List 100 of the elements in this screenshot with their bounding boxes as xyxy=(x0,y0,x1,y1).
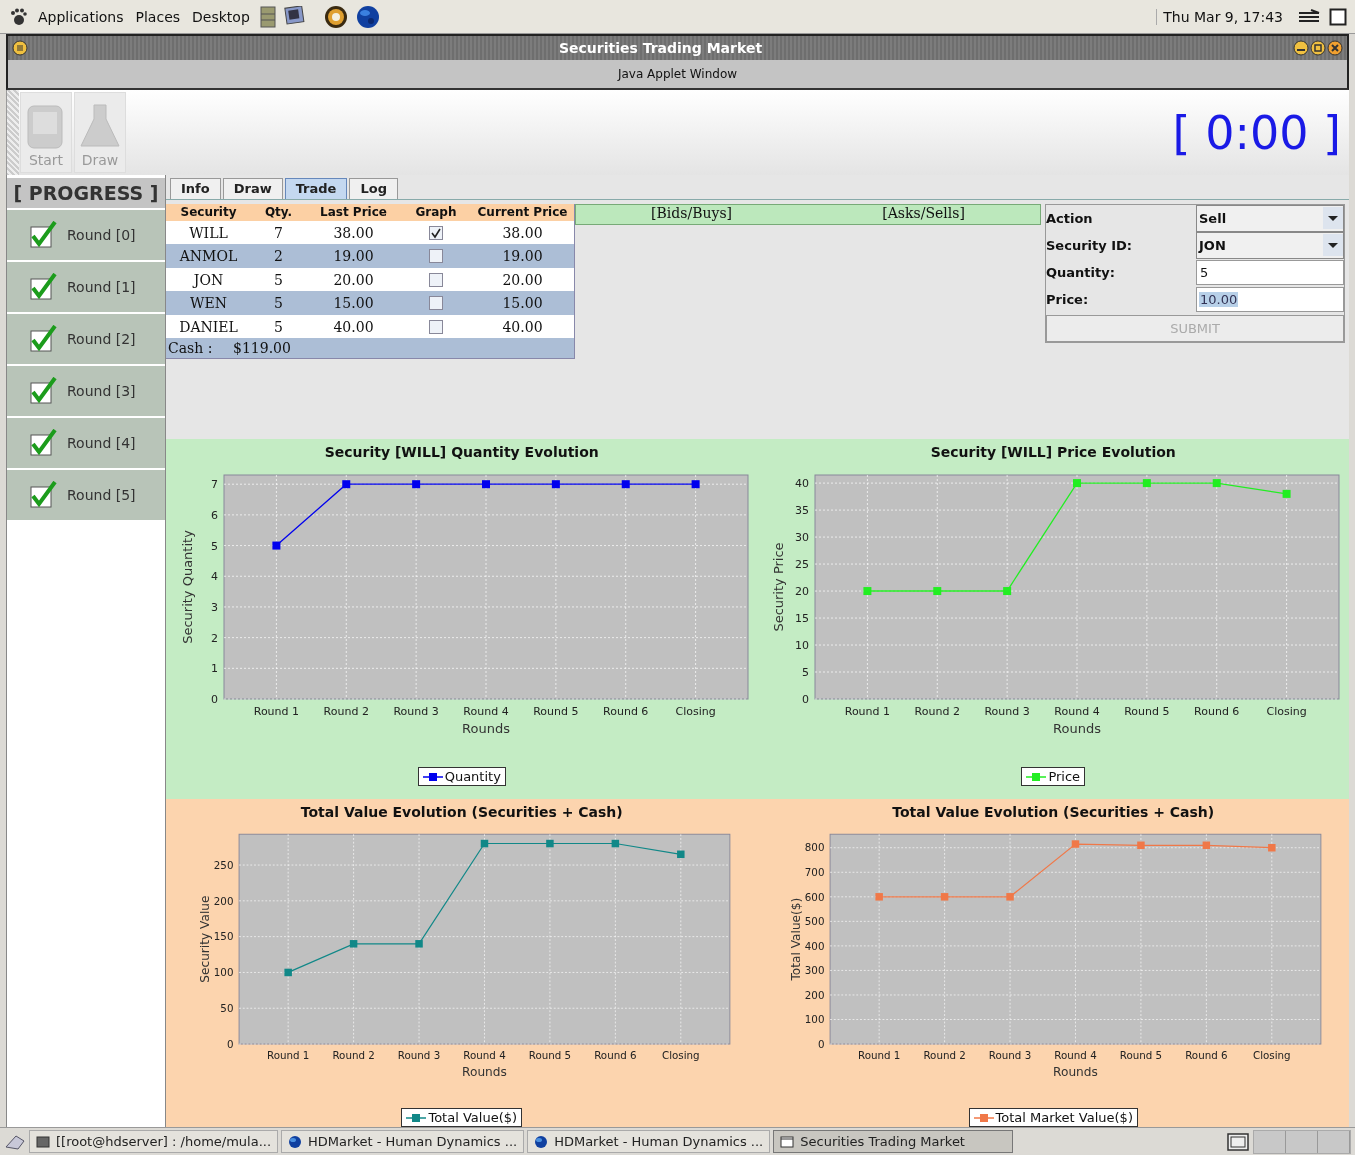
taskbar-item[interactable]: HDMarket - Human Dynamics ... xyxy=(281,1130,525,1153)
y-tick-label: 3 xyxy=(210,600,218,614)
y-axis-label: Security Price xyxy=(771,542,787,632)
workspace-icon[interactable] xyxy=(1226,1131,1250,1152)
x-tick-label: Round 4 xyxy=(463,705,509,718)
round-item[interactable]: Round [4] xyxy=(7,418,165,468)
legend-marker-icon xyxy=(1026,771,1047,782)
checkbox[interactable] xyxy=(429,225,443,240)
y-axis-label: Security Quantity xyxy=(179,530,195,644)
checkbox[interactable] xyxy=(429,272,443,287)
emblem-icon[interactable] xyxy=(323,4,348,29)
table-cell-text: 19.00 xyxy=(501,248,544,265)
caret-icon xyxy=(1323,234,1343,257)
table-cell-text: 40.00 xyxy=(332,318,375,335)
x-tick-label: Closing xyxy=(661,1049,700,1062)
data-point xyxy=(545,839,554,848)
y-tick-label: 300 xyxy=(805,964,825,977)
table-cell-text: 5 xyxy=(273,295,284,312)
taskbar-item[interactable]: HDMarket - Human Dynamics ... xyxy=(527,1130,771,1153)
checkbox[interactable] xyxy=(429,296,443,311)
data-point xyxy=(415,940,423,948)
tab[interactable]: Draw xyxy=(222,177,283,199)
data-point xyxy=(480,839,488,848)
x-tick-label: Round 6 xyxy=(602,705,649,718)
data-point xyxy=(1268,844,1276,852)
legend-marker-icon xyxy=(973,1112,994,1123)
y-axis-label: Total Value($) xyxy=(789,897,804,981)
checkbox[interactable] xyxy=(29,481,57,509)
x-tick-label: Round 1 xyxy=(253,705,299,718)
field-label: Quantity: xyxy=(1046,264,1116,280)
round-item[interactable]: Round [5] xyxy=(7,470,165,520)
chart-title: Security [WILL] Price Evolution xyxy=(930,443,1176,462)
minimize-icon[interactable] xyxy=(1293,40,1309,56)
window-icon[interactable] xyxy=(1329,7,1347,26)
y-tick-label: 0 xyxy=(210,693,218,706)
round-item[interactable]: Round [0] xyxy=(7,210,165,260)
checkbox[interactable] xyxy=(29,273,57,301)
input-field[interactable]: 10.00 xyxy=(1196,286,1344,312)
tab[interactable]: Trade xyxy=(284,177,348,199)
file-cabinet-icon[interactable] xyxy=(259,5,276,28)
dropdown[interactable]: JON xyxy=(1196,231,1344,259)
taskbar-item[interactable]: Securities Trading Market xyxy=(773,1130,1014,1153)
legend-marker-icon xyxy=(422,771,443,782)
column-header: Current Price xyxy=(476,205,569,220)
globe-icon[interactable] xyxy=(355,4,380,29)
x-tick-label: Round 2 xyxy=(923,1049,967,1062)
dropdown[interactable]: Sell xyxy=(1196,204,1344,232)
y-tick-label: 200 xyxy=(805,988,825,1001)
toolbar-grip[interactable] xyxy=(7,90,19,175)
y-tick-label: 40 xyxy=(795,477,810,491)
y-tick-label: 6 xyxy=(210,508,218,522)
checkbox[interactable] xyxy=(29,377,57,405)
foot-icon[interactable] xyxy=(8,6,28,27)
clock[interactable]: Thu Mar 9, 17:43 xyxy=(1156,8,1289,25)
checkbox[interactable] xyxy=(29,221,57,249)
checkbox[interactable] xyxy=(29,325,57,353)
sidebar-title: [ PROGRESS ] xyxy=(7,178,165,208)
y-tick-label: 600 xyxy=(805,890,825,903)
table-cell-text: JON xyxy=(191,271,225,288)
bids-label: [Bids/Buys] xyxy=(651,204,733,223)
checkbox[interactable] xyxy=(29,429,57,457)
input-field[interactable]: 5 xyxy=(1196,259,1344,285)
table-cell-text: 19.00 xyxy=(332,248,375,265)
panel-menu[interactable]: Desktop xyxy=(190,8,252,25)
cash-value: $119.00 xyxy=(233,340,291,357)
taskbar-item[interactable]: [[root@hdserver] : /home/mula... xyxy=(29,1130,279,1153)
y-tick-label: 5 xyxy=(802,666,810,679)
legend-label: Total Market Value($) xyxy=(995,1110,1133,1125)
table-cell-text: DANIEL xyxy=(178,318,239,335)
checkbox[interactable] xyxy=(429,249,443,264)
data-point xyxy=(863,587,872,596)
data-point xyxy=(1006,893,1015,901)
maximize-icon[interactable] xyxy=(1310,40,1326,56)
round-item[interactable]: Round [2] xyxy=(7,314,165,364)
close-icon[interactable] xyxy=(1327,40,1343,56)
x-tick-label: Round 6 xyxy=(1194,705,1240,718)
round-item[interactable]: Round [3] xyxy=(7,366,165,416)
table-cell-text: 20.00 xyxy=(501,271,544,288)
monitor-icon[interactable] xyxy=(283,5,306,28)
column-header: Graph xyxy=(414,205,458,220)
x-tick-label: Round 5 xyxy=(532,705,579,718)
panel-menu[interactable]: Places xyxy=(133,8,183,25)
globe-icon xyxy=(288,1134,303,1149)
menu-icon[interactable] xyxy=(12,40,28,56)
tab[interactable]: Info xyxy=(170,177,221,199)
round-item[interactable]: Round [1] xyxy=(7,262,165,312)
data-point xyxy=(1137,841,1145,850)
panel-menu[interactable]: Applications xyxy=(36,8,126,25)
y-tick-label: 200 xyxy=(213,894,234,907)
y-tick-label: 30 xyxy=(795,531,810,545)
checkbox[interactable] xyxy=(429,319,443,334)
data-point xyxy=(933,587,942,596)
x-tick-label: Round 1 xyxy=(858,1049,901,1062)
caret-icon xyxy=(1323,207,1343,230)
workspace-switcher[interactable] xyxy=(1253,1129,1351,1154)
table-cell-text: 40.00 xyxy=(501,318,544,335)
data-point xyxy=(551,480,560,489)
x-tick-label: Round 4 xyxy=(463,1049,506,1062)
tab[interactable]: Log xyxy=(349,177,398,199)
y-tick-label: 800 xyxy=(805,841,825,854)
